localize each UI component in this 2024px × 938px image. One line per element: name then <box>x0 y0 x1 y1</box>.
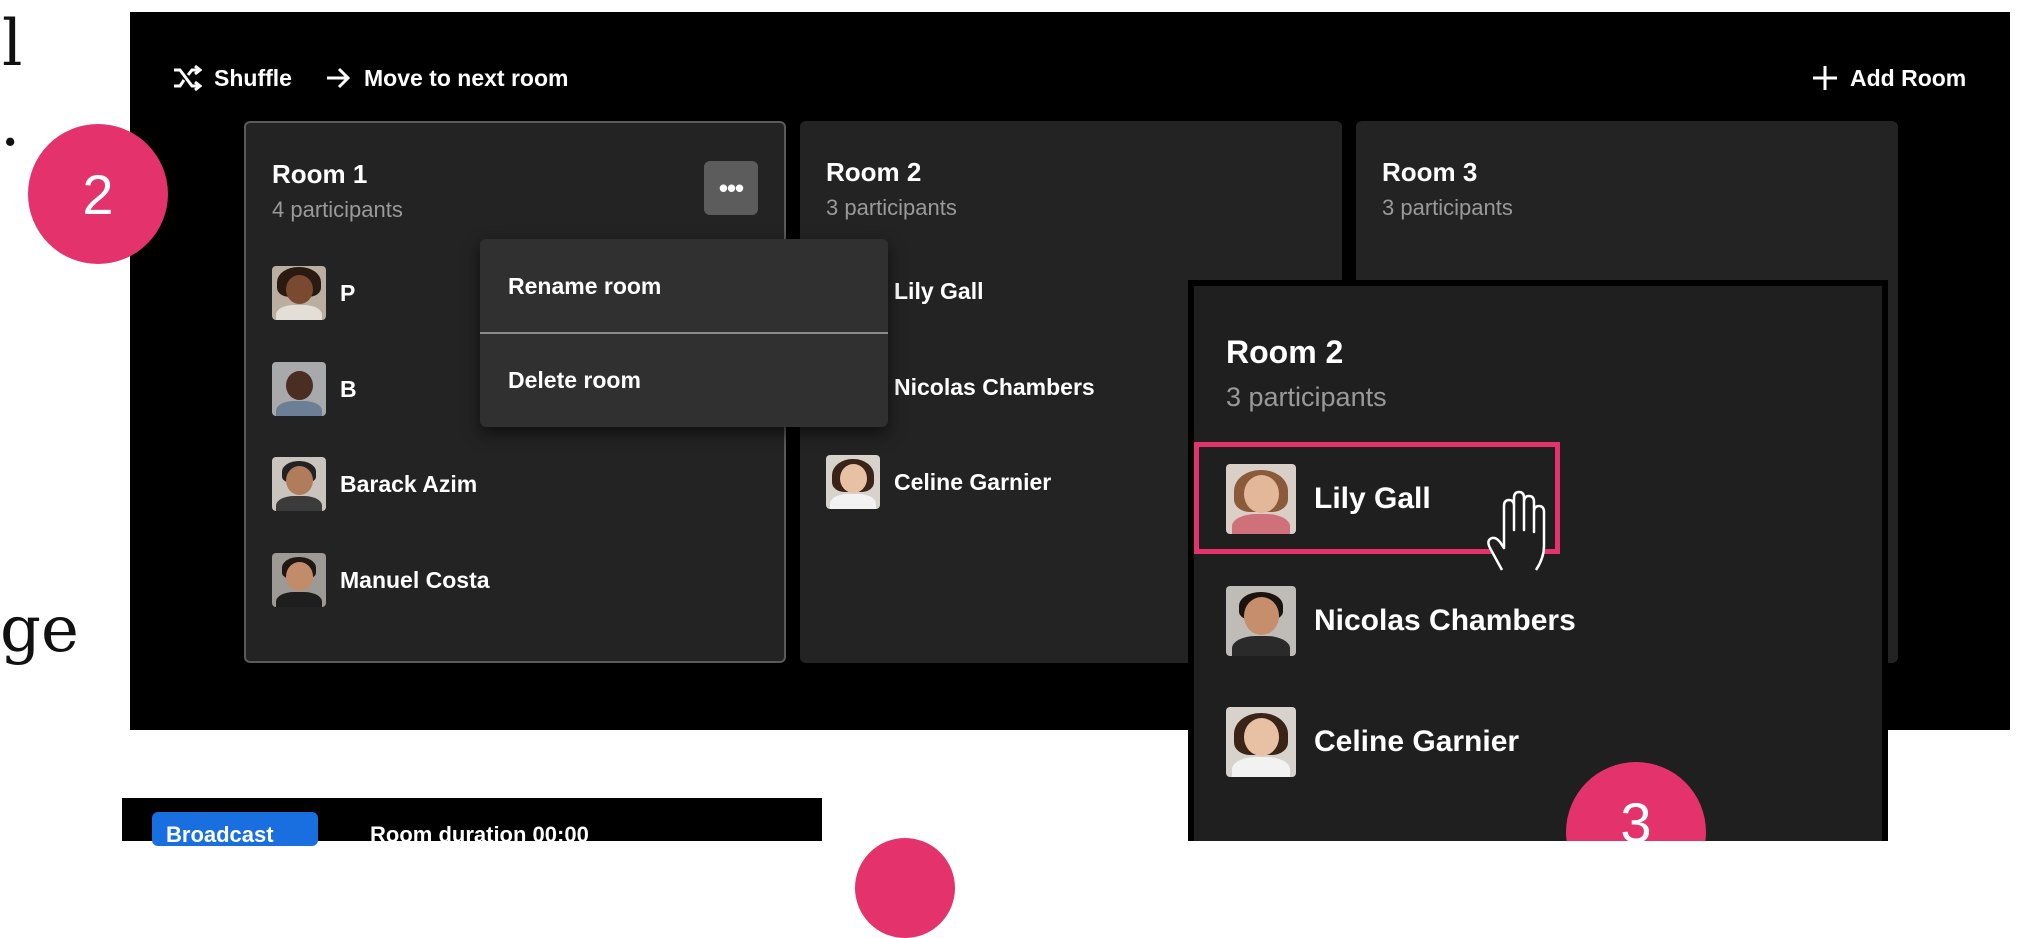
add-room-label: Add Room <box>1850 64 1967 91</box>
participant-row[interactable]: Nicolas Chambers <box>1226 586 1576 656</box>
participant-row[interactable]: Celine Garnier <box>1226 707 1519 777</box>
participant-row[interactable]: Celine Garnier <box>826 454 1051 510</box>
room-title: Room 2 <box>826 157 922 187</box>
arrow-right-icon <box>327 67 351 89</box>
avatar <box>272 266 326 320</box>
participant-name: Celine Garnier <box>1314 725 1520 758</box>
delete-room-menu-item[interactable]: Delete room <box>480 333 888 427</box>
avatar <box>1226 586 1296 656</box>
hand-cursor-icon <box>1487 490 1546 571</box>
plus-icon <box>1813 66 1837 90</box>
step-badge-peek <box>855 838 955 938</box>
broadcast-bar: Broadcast Room duration 00:00 <box>122 798 822 847</box>
participant-row[interactable]: P <box>272 265 355 321</box>
participant-name: Manuel Costa <box>340 566 490 593</box>
room-duration-text: Room duration 00:00 <box>370 822 589 847</box>
avatar <box>1226 707 1296 777</box>
participant-name: P <box>340 279 356 306</box>
participant-row[interactable]: B <box>272 361 357 417</box>
shuffle-button[interactable]: Shuffle <box>172 62 292 94</box>
room-participant-count: 3 participants <box>1382 195 1513 220</box>
slide-text-fragment-2: . <box>0 87 21 161</box>
participant-name: B <box>340 375 357 402</box>
add-room-button[interactable]: Add Room <box>1812 62 1966 94</box>
room-options-menu: Rename room Delete room <box>480 239 888 427</box>
zoomed-room-card: Room 2 3 participants Lily Gall Nicolas … <box>1188 280 1888 841</box>
participant-row-dragging[interactable]: Lily Gall <box>1226 464 1431 534</box>
shuffle-label: Shuffle <box>214 64 292 91</box>
zoom-room-participant-count: 3 participants <box>1226 382 1387 412</box>
zoom-room-title: Room 2 <box>1226 334 1344 370</box>
participant-name: Barack Azim <box>340 470 478 497</box>
room-participant-count: 3 participants <box>826 195 957 220</box>
avatar <box>826 455 880 509</box>
move-to-next-room-button[interactable]: Move to next room <box>324 62 568 94</box>
participant-name: Celine Garnier <box>894 468 1052 495</box>
slide-text-fragment-1: l <box>2 7 23 81</box>
participant-name: Nicolas Chambers <box>1314 604 1576 637</box>
step-badge-2: 2 <box>28 124 168 264</box>
rename-room-menu-item[interactable]: Rename room <box>480 239 888 333</box>
shuffle-icon <box>174 65 202 91</box>
participant-row[interactable]: Barack Azim <box>272 456 477 512</box>
avatar <box>272 553 326 607</box>
room-title: Room 3 <box>1382 157 1478 187</box>
move-to-next-room-label: Move to next room <box>364 64 569 91</box>
room-options-button[interactable]: ••• <box>704 161 758 215</box>
room-title: Room 1 <box>272 159 368 189</box>
avatar <box>272 362 326 416</box>
participant-name: Nicolas Chambers <box>894 373 1095 400</box>
avatar <box>272 457 326 511</box>
slide-text-fragment-3: ge <box>0 593 79 667</box>
step-badge-3: 3 <box>1566 762 1706 841</box>
participant-name: Lily Gall <box>894 277 984 304</box>
participant-name: Lily Gall <box>1314 482 1431 515</box>
room-participant-count: 4 participants <box>272 197 403 222</box>
avatar <box>1226 464 1296 534</box>
participant-row[interactable]: Manuel Costa <box>272 552 490 608</box>
